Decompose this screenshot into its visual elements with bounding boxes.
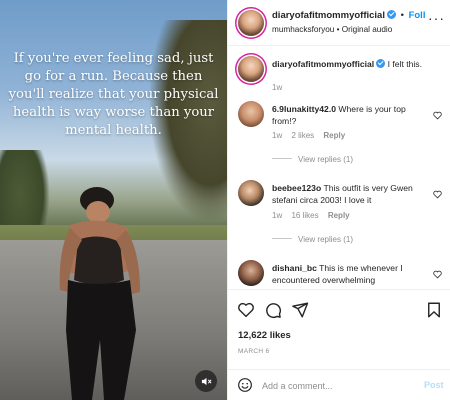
comment-likes[interactable]: 2 likes <box>291 131 314 140</box>
author-username[interactable]: diaryofafitmommyofficial <box>272 10 385 21</box>
comment-body: diaryofafitmommyofficial I felt this. <box>272 59 432 71</box>
comment-meta: 1w <box>272 83 289 92</box>
author-line: diaryofafitmommyofficial • Foll <box>272 10 425 21</box>
likes-count[interactable]: 12,622 likes <box>238 330 291 341</box>
save-bookmark-icon[interactable] <box>425 301 443 319</box>
audio-subtitle[interactable]: mumhacksforyou • Original audio <box>272 25 392 34</box>
comment-username[interactable]: 6.9lunakitty42.0 <box>272 104 336 114</box>
comment-username[interactable]: diaryofafitmommyofficial <box>272 59 374 69</box>
comment-age: 1w <box>272 83 283 92</box>
like-comment-heart-icon[interactable] <box>433 270 442 279</box>
follow-button[interactable]: Foll <box>409 10 426 21</box>
view-replies-button[interactable]: View replies (1) <box>272 155 353 164</box>
post-comment-button[interactable]: Post <box>424 380 444 390</box>
post-details-panel: diaryofafitmommyofficial • Foll mumhacks… <box>227 0 450 400</box>
like-heart-icon[interactable] <box>237 301 255 319</box>
commenter-avatar[interactable] <box>238 180 264 206</box>
emoji-smiley-icon[interactable] <box>237 377 253 393</box>
post-header: diaryofafitmommyofficial • Foll mumhacks… <box>228 0 450 46</box>
comments-list[interactable]: diaryofafitmommyofficial I felt this. 1w… <box>228 46 450 289</box>
commenter-avatar[interactable] <box>238 101 264 127</box>
like-comment-heart-icon[interactable] <box>433 190 442 199</box>
reply-button[interactable]: Reply <box>323 131 345 140</box>
author-avatar[interactable] <box>238 56 264 82</box>
comment-input[interactable] <box>262 377 412 394</box>
post-actions: 12,622 likes MARCH 6 <box>228 289 450 369</box>
reply-button[interactable]: Reply <box>328 211 350 220</box>
share-paper-plane-icon[interactable] <box>291 301 309 319</box>
separator-dot: • <box>400 10 404 21</box>
comment-composer: Post <box>228 369 450 400</box>
verified-badge-icon <box>376 59 386 68</box>
comment-body: beebee123o This outfit is very Gwen stef… <box>272 183 432 206</box>
like-comment-heart-icon[interactable] <box>433 111 442 120</box>
reel-video[interactable]: If you're ever feeling sad, just go for … <box>0 0 227 400</box>
comment-age: 1w <box>272 211 283 220</box>
comment-body: 6.9lunakitty42.0 Where is your top from!… <box>272 104 432 127</box>
commenter-avatar[interactable] <box>238 260 264 286</box>
more-horizontal-icon[interactable]: ··· <box>428 11 445 25</box>
comment-text: I felt this. <box>387 59 422 69</box>
comment-body: dishani_bc This is me whenever I encount… <box>272 263 432 286</box>
view-replies-label: View replies (1) <box>298 235 353 244</box>
replies-divider-line <box>272 238 292 239</box>
video-caption-overlay: If you're ever feeling sad, just go for … <box>8 51 219 138</box>
view-replies-label: View replies (1) <box>298 155 353 164</box>
speaker-muted-icon <box>201 377 211 385</box>
view-replies-button[interactable]: View replies (1) <box>272 235 353 244</box>
comment-username[interactable]: dishani_bc <box>272 263 317 273</box>
comment-age: 1w <box>272 131 283 140</box>
comment-likes[interactable]: 16 likes <box>291 211 318 220</box>
verified-badge-icon <box>386 10 396 19</box>
post-date[interactable]: MARCH 6 <box>238 348 269 355</box>
comment-username[interactable]: beebee123o <box>272 183 321 193</box>
comment-meta: 1w 2 likes Reply <box>272 131 352 140</box>
author-avatar[interactable] <box>238 10 264 36</box>
comment-meta: 1w 16 likes Reply <box>272 211 357 220</box>
mute-button[interactable] <box>195 370 217 392</box>
runner-figure <box>59 187 140 400</box>
comment-bubble-icon[interactable] <box>264 301 282 319</box>
replies-divider-line <box>272 158 292 159</box>
